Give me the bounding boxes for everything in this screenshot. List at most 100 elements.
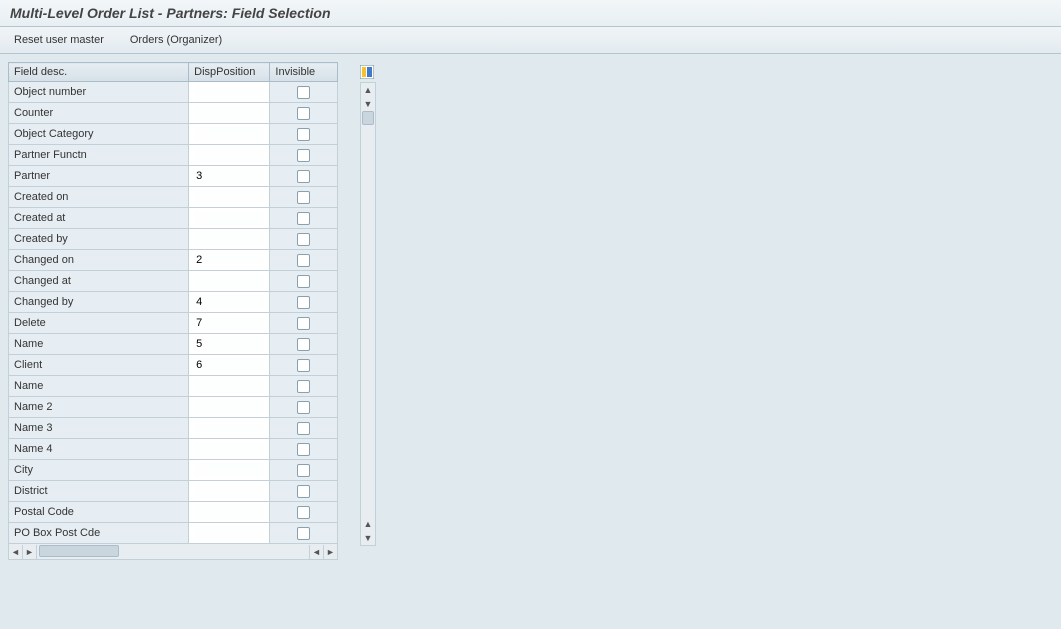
disp-position-input[interactable] [194, 421, 264, 435]
vscroll-thumb[interactable] [362, 111, 374, 125]
disp-position-cell[interactable] [189, 292, 270, 313]
disp-position-input[interactable] [194, 526, 264, 540]
invisible-checkbox[interactable] [297, 191, 310, 204]
invisible-checkbox[interactable] [297, 296, 310, 309]
invisible-cell[interactable] [270, 334, 338, 355]
invisible-cell[interactable] [270, 313, 338, 334]
disp-position-input[interactable] [194, 85, 264, 99]
scroll-left-step-icon[interactable]: ◄ [309, 545, 323, 559]
disp-position-cell[interactable] [189, 271, 270, 292]
invisible-cell[interactable] [270, 145, 338, 166]
disp-position-input[interactable] [194, 169, 264, 183]
disp-position-cell[interactable] [189, 103, 270, 124]
scroll-right-step-icon[interactable]: ► [23, 545, 37, 559]
invisible-checkbox[interactable] [297, 86, 310, 99]
scroll-down-step-icon[interactable]: ▼ [361, 97, 375, 111]
disp-position-input[interactable] [194, 232, 264, 246]
invisible-checkbox[interactable] [297, 170, 310, 183]
invisible-cell[interactable] [270, 187, 338, 208]
disp-position-cell[interactable] [189, 418, 270, 439]
disp-position-cell[interactable] [189, 397, 270, 418]
invisible-checkbox[interactable] [297, 506, 310, 519]
invisible-cell[interactable] [270, 502, 338, 523]
hscroll-track[interactable] [37, 544, 309, 559]
disp-position-cell[interactable] [189, 313, 270, 334]
table-settings-icon[interactable] [359, 64, 375, 80]
invisible-checkbox[interactable] [297, 485, 310, 498]
invisible-checkbox[interactable] [297, 233, 310, 246]
invisible-cell[interactable] [270, 229, 338, 250]
invisible-checkbox[interactable] [297, 128, 310, 141]
invisible-cell[interactable] [270, 523, 338, 544]
invisible-cell[interactable] [270, 418, 338, 439]
invisible-cell[interactable] [270, 208, 338, 229]
orders-organizer-button[interactable]: Orders (Organizer) [126, 32, 226, 48]
disp-position-cell[interactable] [189, 334, 270, 355]
disp-position-cell[interactable] [189, 166, 270, 187]
invisible-checkbox[interactable] [297, 401, 310, 414]
disp-position-input[interactable] [194, 253, 264, 267]
disp-position-input[interactable] [194, 190, 264, 204]
invisible-checkbox[interactable] [297, 317, 310, 330]
invisible-checkbox[interactable] [297, 359, 310, 372]
disp-position-input[interactable] [194, 316, 264, 330]
invisible-checkbox[interactable] [297, 149, 310, 162]
invisible-checkbox[interactable] [297, 443, 310, 456]
disp-position-input[interactable] [194, 379, 264, 393]
disp-position-cell[interactable] [189, 208, 270, 229]
column-header-invisible[interactable]: Invisible [270, 63, 338, 82]
disp-position-input[interactable] [194, 400, 264, 414]
invisible-checkbox[interactable] [297, 275, 310, 288]
disp-position-cell[interactable] [189, 82, 270, 103]
invisible-cell[interactable] [270, 82, 338, 103]
disp-position-input[interactable] [194, 505, 264, 519]
scroll-up-arrow-icon[interactable]: ▲ [361, 83, 375, 97]
invisible-checkbox[interactable] [297, 212, 310, 225]
disp-position-cell[interactable] [189, 145, 270, 166]
disp-position-input[interactable] [194, 463, 264, 477]
disp-position-cell[interactable] [189, 250, 270, 271]
invisible-checkbox[interactable] [297, 107, 310, 120]
scroll-down-arrow-icon[interactable]: ▼ [361, 531, 375, 545]
invisible-checkbox[interactable] [297, 338, 310, 351]
invisible-cell[interactable] [270, 124, 338, 145]
invisible-cell[interactable] [270, 439, 338, 460]
invisible-cell[interactable] [270, 397, 338, 418]
disp-position-cell[interactable] [189, 502, 270, 523]
disp-position-cell[interactable] [189, 124, 270, 145]
invisible-cell[interactable] [270, 166, 338, 187]
column-header-field-desc[interactable]: Field desc. [9, 63, 189, 82]
invisible-cell[interactable] [270, 271, 338, 292]
disp-position-input[interactable] [194, 211, 264, 225]
disp-position-input[interactable] [194, 127, 264, 141]
invisible-checkbox[interactable] [297, 380, 310, 393]
invisible-cell[interactable] [270, 481, 338, 502]
disp-position-input[interactable] [194, 337, 264, 351]
disp-position-input[interactable] [194, 358, 264, 372]
disp-position-cell[interactable] [189, 523, 270, 544]
scroll-up-step-icon[interactable]: ▲ [361, 517, 375, 531]
disp-position-input[interactable] [194, 484, 264, 498]
vertical-scrollbar[interactable]: ▲ ▼ ▲ ▼ [360, 82, 376, 546]
disp-position-cell[interactable] [189, 376, 270, 397]
invisible-cell[interactable] [270, 376, 338, 397]
invisible-cell[interactable] [270, 250, 338, 271]
invisible-checkbox[interactable] [297, 254, 310, 267]
invisible-checkbox[interactable] [297, 464, 310, 477]
reset-user-master-button[interactable]: Reset user master [10, 32, 108, 48]
disp-position-cell[interactable] [189, 460, 270, 481]
disp-position-cell[interactable] [189, 439, 270, 460]
disp-position-cell[interactable] [189, 187, 270, 208]
invisible-cell[interactable] [270, 355, 338, 376]
disp-position-cell[interactable] [189, 229, 270, 250]
scroll-right-arrow-icon[interactable]: ► [323, 545, 337, 559]
column-header-disp-position[interactable]: DispPosition [189, 63, 270, 82]
disp-position-cell[interactable] [189, 355, 270, 376]
disp-position-cell[interactable] [189, 481, 270, 502]
horizontal-scrollbar[interactable]: ◄ ► ◄ ► [8, 544, 338, 560]
hscroll-thumb[interactable] [39, 545, 119, 557]
disp-position-input[interactable] [194, 442, 264, 456]
invisible-checkbox[interactable] [297, 422, 310, 435]
invisible-cell[interactable] [270, 103, 338, 124]
invisible-cell[interactable] [270, 460, 338, 481]
